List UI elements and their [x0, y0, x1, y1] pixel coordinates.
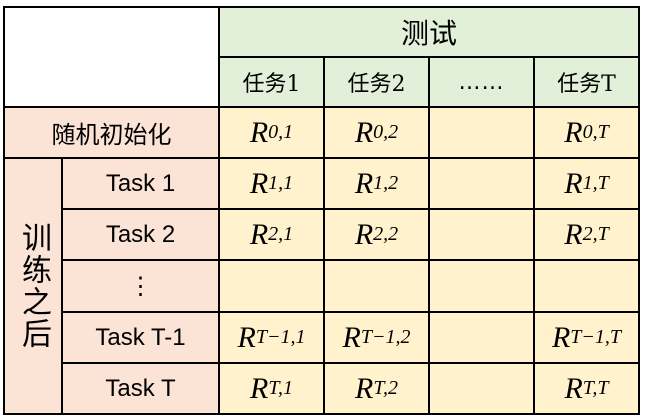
result-cell: R 0,1 — [220, 108, 325, 159]
result-cell: R T−1,1 — [220, 313, 325, 364]
corner-cell — [5, 8, 220, 108]
result-cell-empty — [325, 261, 430, 313]
result-cell: R T,2 — [325, 364, 430, 415]
result-cell: R 2,T — [535, 210, 640, 261]
result-cell: R 2,2 — [325, 210, 430, 261]
result-cell-empty — [535, 261, 640, 313]
result-cell-empty — [430, 364, 535, 415]
column-header-task-1: 任务1 — [220, 58, 325, 108]
result-cell-empty — [430, 210, 535, 261]
row-label-task-2: Task 2 — [63, 210, 220, 261]
result-cell-empty — [220, 261, 325, 313]
result-cell-empty — [430, 261, 535, 313]
results-matrix-table: 测试 任务1 任务2 …… 任务T 随机初始化 R 0,1 R 0,2 R 0,T 训… — [3, 6, 640, 415]
result-cell: R T,T — [535, 364, 640, 415]
row-label-task-t-minus-1: Task T-1 — [63, 313, 220, 364]
result-cell-empty — [430, 108, 535, 159]
random-init-label: 随机初始化 — [5, 108, 220, 159]
result-cell: R T,1 — [220, 364, 325, 415]
result-cell: R T−1,2 — [325, 313, 430, 364]
row-label-task-t: Task T — [63, 364, 220, 415]
row-label-ellipsis: ⋮ — [63, 261, 220, 313]
after-training-label: 训练之后 — [5, 159, 63, 415]
row-label-task-1: Task 1 — [63, 159, 220, 210]
column-header-ellipsis: …… — [430, 58, 535, 108]
test-header: 测试 — [220, 8, 640, 58]
result-cell: R 1,1 — [220, 159, 325, 210]
result-cell: R 2,1 — [220, 210, 325, 261]
result-cell-empty — [430, 313, 535, 364]
result-cell: R 0,2 — [325, 108, 430, 159]
column-header-task-2: 任务2 — [325, 58, 430, 108]
result-cell: R 1,T — [535, 159, 640, 210]
result-cell: R 0,T — [535, 108, 640, 159]
column-header-task-t: 任务T — [535, 58, 640, 108]
result-cell: R T−1,T — [535, 313, 640, 364]
result-cell-empty — [430, 159, 535, 210]
result-cell: R 1,2 — [325, 159, 430, 210]
